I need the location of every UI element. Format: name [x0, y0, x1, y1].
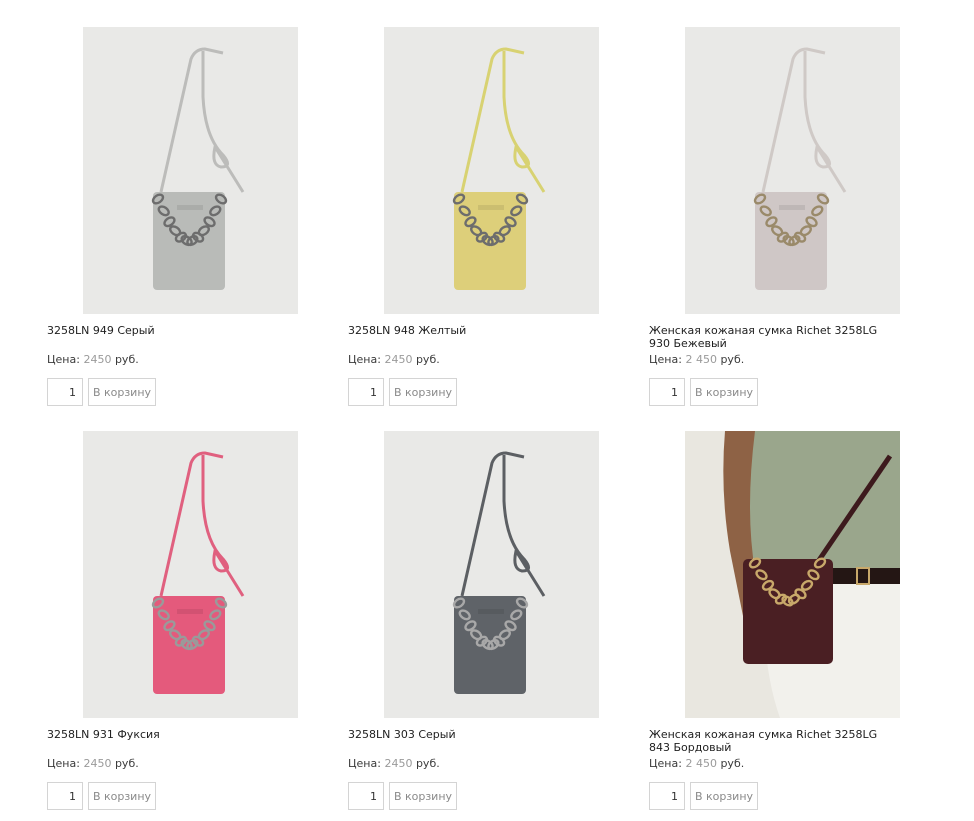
price-label: Цена: — [348, 353, 381, 366]
bag-logo-plate — [177, 205, 203, 210]
product-photo[interactable] — [83, 27, 298, 314]
price-currency: руб. — [114, 353, 139, 366]
add-to-cart-button[interactable]: В корзину — [389, 378, 457, 406]
product-title[interactable]: 3258LN 931 Фуксия — [47, 728, 297, 741]
product-price: Цена: 2450 руб. — [348, 353, 440, 366]
product-card: Женская кожаная сумка Richet 3258LG 843 … — [649, 431, 919, 821]
price-currency: руб. — [415, 353, 440, 366]
product-photo[interactable] — [384, 27, 599, 314]
product-price: Цена: 2450 руб. — [47, 353, 139, 366]
product-price: Цена: 2450 руб. — [348, 757, 440, 770]
price-currency: руб. — [720, 757, 745, 770]
product-grid: 3258LN 949 Серый Цена: 2450 руб. В корзи… — [0, 0, 974, 815]
quantity-input[interactable] — [348, 378, 384, 406]
price-label: Цена: — [649, 353, 682, 366]
price-amount: 2 450 — [685, 353, 717, 366]
add-to-cart-button[interactable]: В корзину — [88, 378, 156, 406]
quantity-input[interactable] — [649, 378, 685, 406]
product-price: Цена: 2 450 руб. — [649, 757, 744, 770]
product-photo[interactable] — [685, 27, 900, 314]
product-title[interactable]: Женская кожаная сумка Richet 3258LG 930 … — [649, 324, 899, 350]
price-currency: руб. — [415, 757, 440, 770]
product-photo[interactable] — [384, 431, 599, 718]
product-photo[interactable] — [685, 431, 900, 718]
price-currency: руб. — [114, 757, 139, 770]
product-title[interactable]: 3258LN 303 Серый — [348, 728, 598, 741]
add-to-cart-button[interactable]: В корзину — [389, 782, 457, 810]
price-label: Цена: — [47, 757, 80, 770]
product-card: 3258LN 948 Желтый Цена: 2450 руб. В корз… — [348, 27, 618, 417]
product-card: Женская кожаная сумка Richet 3258LG 930 … — [649, 27, 919, 417]
bag-logo-plate — [478, 609, 504, 614]
price-label: Цена: — [649, 757, 682, 770]
product-card: 3258LN 949 Серый Цена: 2450 руб. В корзи… — [47, 27, 317, 417]
product-price: Цена: 2 450 руб. — [649, 353, 744, 366]
price-amount: 2450 — [83, 353, 112, 366]
price-amount: 2 450 — [685, 757, 717, 770]
product-card: 3258LN 931 Фуксия Цена: 2450 руб. В корз… — [47, 431, 317, 821]
product-title[interactable]: 3258LN 949 Серый — [47, 324, 297, 337]
quantity-input[interactable] — [649, 782, 685, 810]
add-to-cart-button[interactable]: В корзину — [690, 378, 758, 406]
product-card: 3258LN 303 Серый Цена: 2450 руб. В корзи… — [348, 431, 618, 821]
bag-logo-plate — [478, 205, 504, 210]
add-to-cart-button[interactable]: В корзину — [88, 782, 156, 810]
price-amount: 2450 — [384, 757, 413, 770]
price-amount: 2450 — [384, 353, 413, 366]
price-label: Цена: — [348, 757, 381, 770]
bag-logo-plate — [177, 609, 203, 614]
price-amount: 2450 — [83, 757, 112, 770]
product-photo[interactable] — [83, 431, 298, 718]
bag-logo-plate — [779, 205, 805, 210]
price-currency: руб. — [720, 353, 745, 366]
add-to-cart-button[interactable]: В корзину — [690, 782, 758, 810]
quantity-input[interactable] — [348, 782, 384, 810]
product-title[interactable]: Женская кожаная сумка Richet 3258LG 843 … — [649, 728, 899, 754]
price-label: Цена: — [47, 353, 80, 366]
product-title[interactable]: 3258LN 948 Желтый — [348, 324, 598, 337]
quantity-input[interactable] — [47, 378, 83, 406]
product-price: Цена: 2450 руб. — [47, 757, 139, 770]
quantity-input[interactable] — [47, 782, 83, 810]
